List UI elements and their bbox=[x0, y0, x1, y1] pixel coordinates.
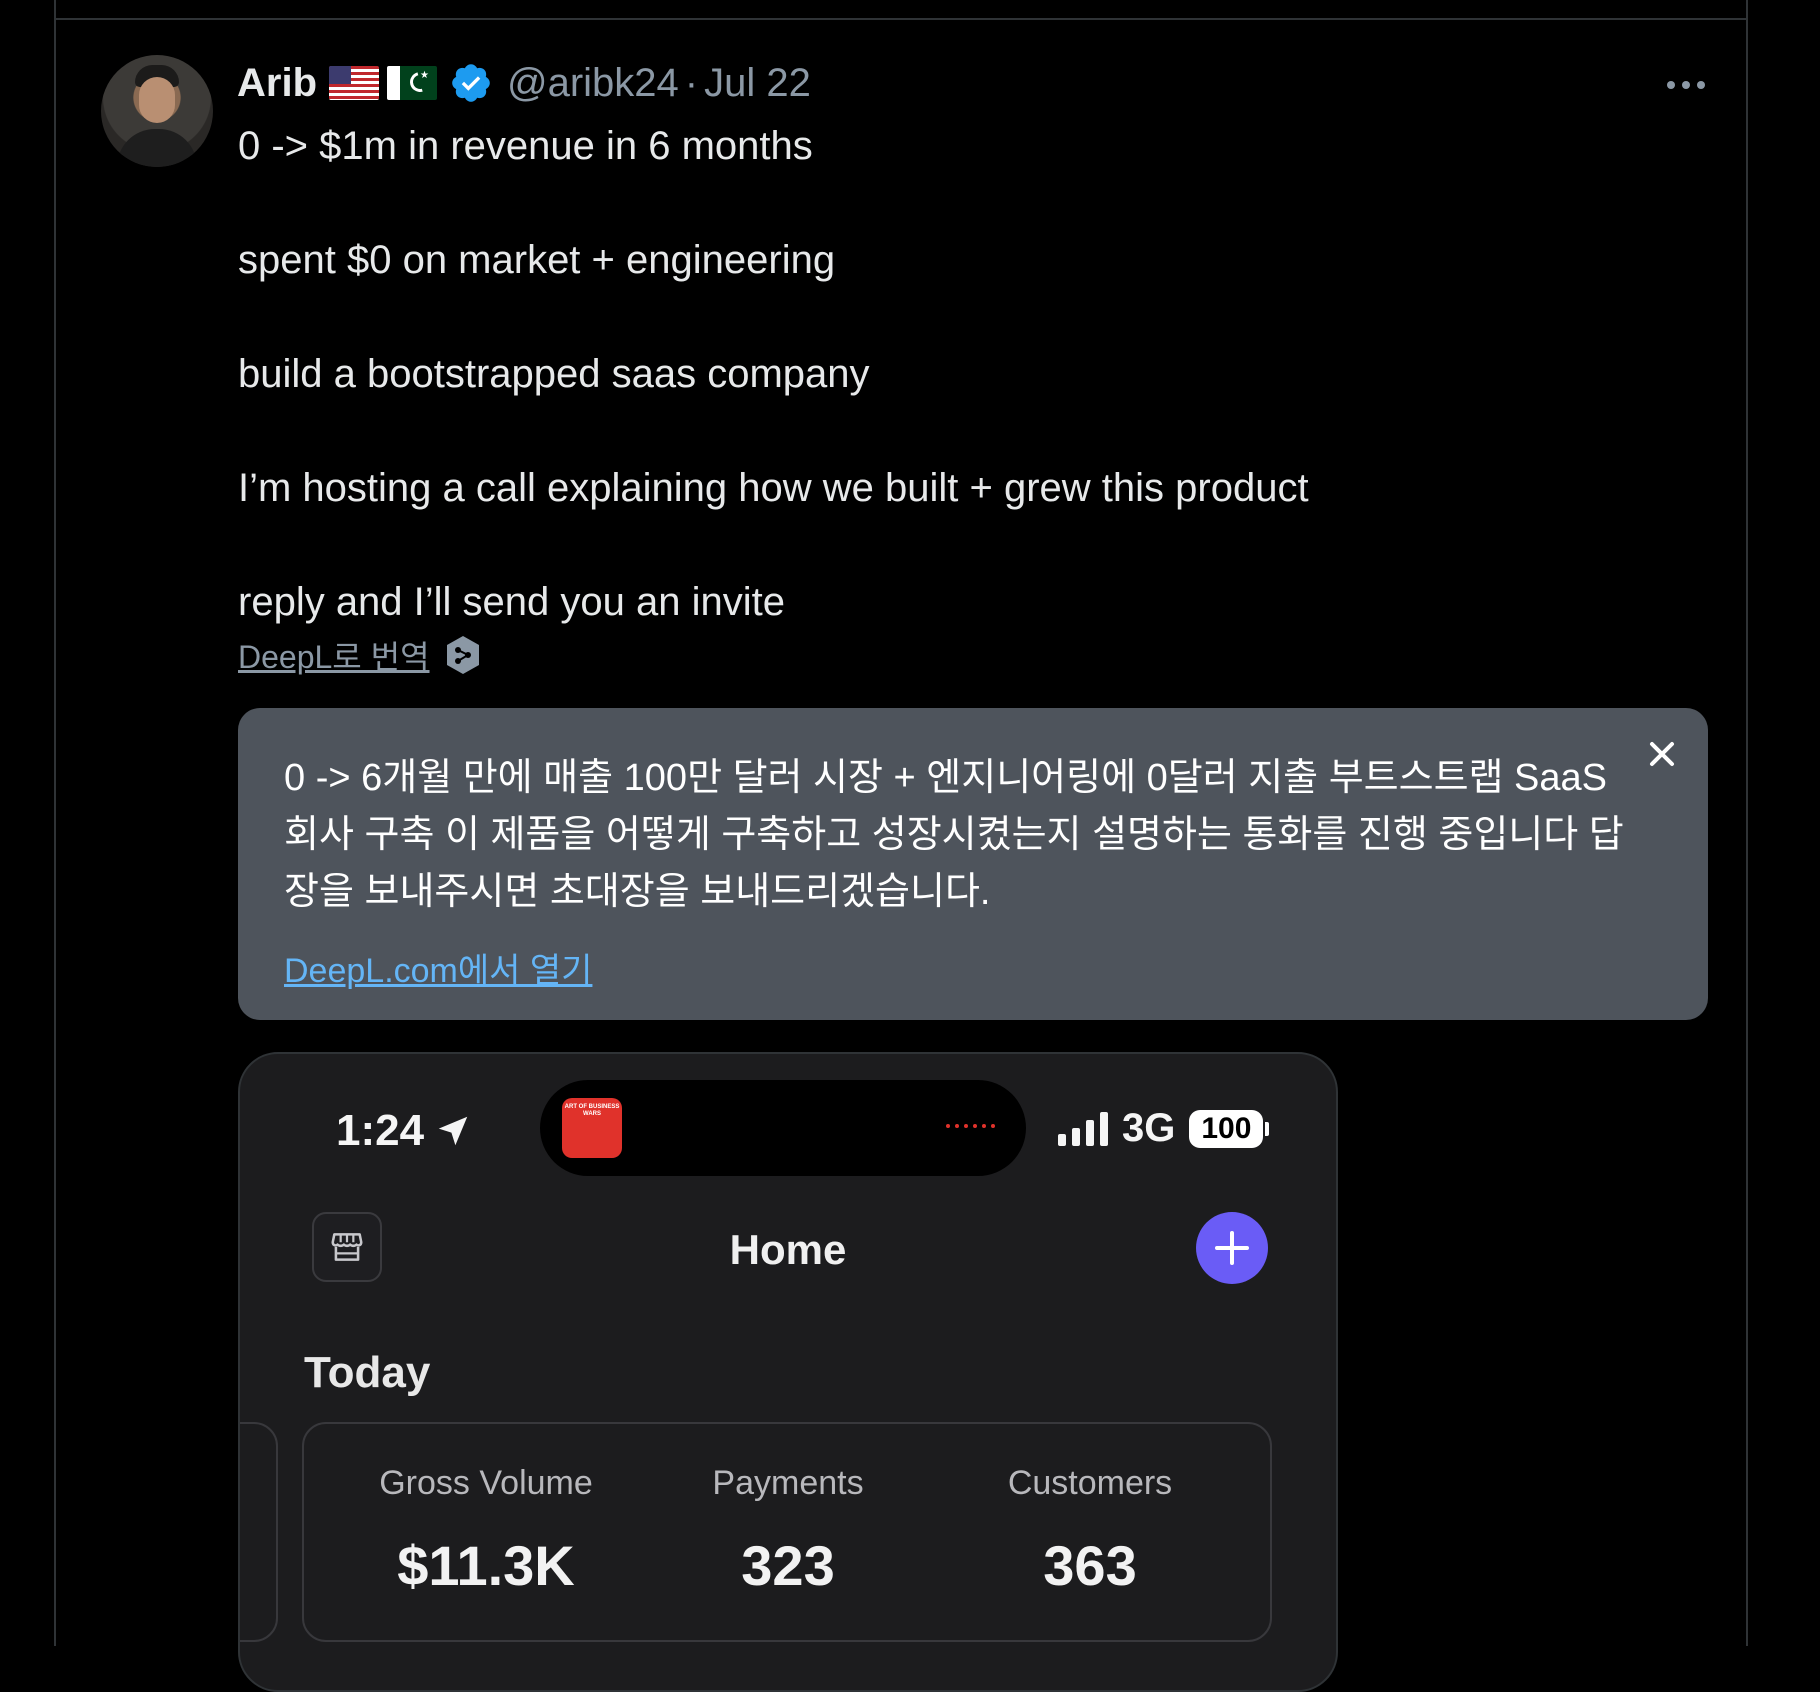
stat-customers: Customers 363 bbox=[940, 1464, 1240, 1598]
location-arrow-icon bbox=[438, 1116, 468, 1146]
divider bbox=[56, 18, 1746, 20]
signal-bars-icon bbox=[1058, 1111, 1108, 1146]
attached-screenshot[interactable]: 1:24 ART OF BUSINESS WARS 3G 100 Home To… bbox=[238, 1052, 1338, 1692]
author-handle[interactable]: @aribk24 bbox=[507, 61, 679, 106]
previous-card-edge[interactable] bbox=[240, 1422, 278, 1642]
timeline-column: Arib ★ @aribk24 · Jul 22 0 -> $1m in rev… bbox=[54, 0, 1748, 1692]
author-name[interactable]: Arib bbox=[237, 61, 317, 106]
battery-icon: 100 bbox=[1189, 1109, 1270, 1148]
phone-status-time: 1:24 bbox=[336, 1106, 472, 1156]
stat-label: Gross Volume bbox=[379, 1464, 593, 1502]
stat-value: $11.3K bbox=[397, 1534, 575, 1597]
pakistan-flag-icon: ★ bbox=[387, 66, 437, 100]
translate-label: DeepL로 번역 bbox=[238, 639, 430, 675]
open-in-deepl-link[interactable]: DeepL.com에서 열기 bbox=[284, 943, 592, 992]
stat-gross-volume: Gross Volume $11.3K bbox=[336, 1464, 636, 1598]
translate-with-deepl-link[interactable]: DeepL로 번역 bbox=[238, 632, 482, 678]
author-avatar[interactable] bbox=[101, 55, 213, 167]
tweet-line: build a bootstrapped saas company bbox=[238, 352, 870, 396]
tweet-line: reply and I’ll send you an invite bbox=[238, 580, 785, 624]
translation-panel: 0 -> 6개월 만에 매출 100만 달러 시장 + 엔지니어링에 0달러 지… bbox=[238, 708, 1708, 1020]
close-icon[interactable] bbox=[1638, 730, 1686, 778]
tweet-line: spent $0 on market + engineering bbox=[238, 238, 836, 282]
dynamic-island: ART OF BUSINESS WARS bbox=[540, 1080, 1026, 1176]
today-heading: Today bbox=[304, 1348, 431, 1397]
app-page-title: Home bbox=[729, 1226, 847, 1273]
stats-card[interactable]: Gross Volume $11.3K Payments 323 Custome… bbox=[302, 1422, 1272, 1642]
phone-status-icons: 3G 100 bbox=[1058, 1106, 1270, 1151]
stat-value: 323 bbox=[741, 1534, 835, 1597]
network-type: 3G bbox=[1122, 1106, 1176, 1150]
tweet-line: 0 -> $1m in revenue in 6 months bbox=[238, 124, 813, 168]
album-art: ART OF BUSINESS WARS bbox=[562, 1098, 622, 1158]
tweet-date[interactable]: Jul 22 bbox=[704, 61, 811, 106]
separator: · bbox=[684, 60, 699, 105]
status-time-text: 1:24 bbox=[336, 1106, 425, 1155]
tweet-line: I’m hosting a call explaining how we bui… bbox=[238, 466, 1309, 510]
tweet-header: Arib ★ @aribk24 · Jul 22 bbox=[237, 55, 811, 111]
stat-label: Payments bbox=[712, 1464, 864, 1502]
verified-badge-icon[interactable] bbox=[449, 61, 493, 105]
battery-level: 100 bbox=[1189, 1109, 1264, 1148]
stat-value: 363 bbox=[1043, 1534, 1137, 1597]
us-flag-icon bbox=[329, 66, 379, 100]
audio-activity-indicator bbox=[946, 1124, 995, 1128]
stat-payments: Payments 323 bbox=[638, 1464, 938, 1598]
stat-label: Customers bbox=[1007, 1464, 1173, 1502]
tweet-body: 0 -> $1m in revenue in 6 months spent $0… bbox=[238, 118, 1658, 631]
more-options-icon[interactable] bbox=[1656, 60, 1716, 110]
plus-icon bbox=[1215, 1231, 1249, 1265]
translated-text: 0 -> 6개월 만에 매출 100만 달러 시장 + 엔지니어링에 0달러 지… bbox=[284, 757, 1624, 913]
deepl-logo-icon bbox=[446, 636, 479, 674]
add-button[interactable] bbox=[1196, 1212, 1268, 1284]
